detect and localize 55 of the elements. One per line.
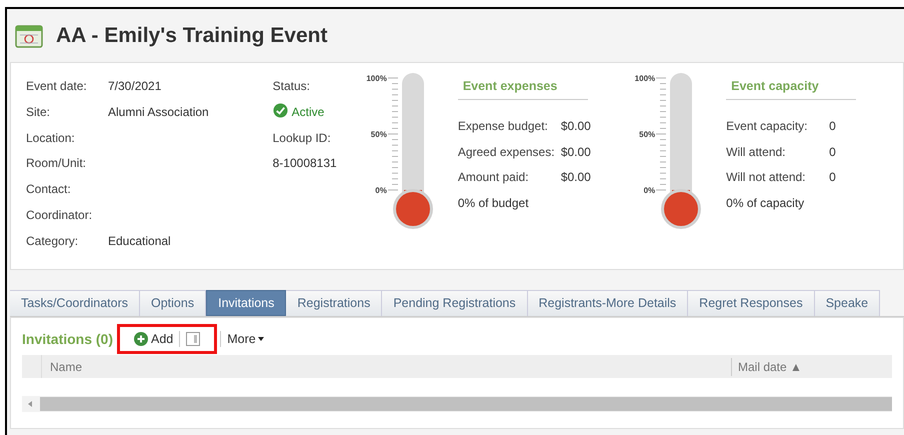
- tab[interactable]: Options: [140, 290, 206, 316]
- field-label: Site:: [26, 104, 52, 121]
- field-value: $0.00: [560, 169, 591, 186]
- field-label: Category:: [26, 232, 80, 250]
- caret-icon: [258, 337, 264, 341]
- field-label: Will not attend:: [726, 169, 807, 186]
- tick-label: 50%: [639, 131, 656, 139]
- tick-label: 100%: [634, 75, 656, 83]
- gauge-title: Event expenses: [458, 77, 588, 100]
- tick-label: 50%: [370, 131, 387, 139]
- tab[interactable]: Registrations: [286, 290, 382, 316]
- plus-icon: [134, 332, 148, 346]
- field-value: $0.00: [560, 144, 591, 161]
- export-icon[interactable]: [186, 332, 200, 346]
- field-value: $0.00: [560, 118, 591, 135]
- column-header[interactable]: Mail date ▲: [732, 358, 802, 376]
- field-label: Room/Unit:: [26, 155, 88, 172]
- tab[interactable]: Pending Registrations: [382, 290, 528, 316]
- field-value: 7/30/2021: [108, 78, 162, 95]
- gauge-summary: 0% of budget: [458, 195, 530, 212]
- calendar-icon: [14, 22, 44, 48]
- field-label: Will attend:: [726, 144, 786, 161]
- more-menu[interactable]: More: [227, 330, 264, 348]
- tab[interactable]: Registrants-More Details: [528, 290, 688, 316]
- field-label: Status:: [272, 78, 311, 95]
- field-value: 8-10008131: [272, 155, 338, 172]
- gauge-title: Event capacity: [726, 77, 856, 100]
- field-label: Event capacity:: [726, 118, 809, 135]
- field-label: Expense budget:: [458, 118, 549, 135]
- field-value: Educational: [108, 232, 171, 250]
- tab[interactable]: Tasks/Coordinators: [10, 290, 140, 316]
- field-value: 0: [829, 118, 836, 135]
- field-label: Agreed expenses:: [458, 144, 556, 161]
- field-value: 0: [829, 169, 836, 186]
- check-icon: [272, 102, 288, 118]
- column-header[interactable]: Name: [42, 358, 732, 376]
- field-label: Coordinator:: [26, 206, 94, 224]
- field-label: Location:: [26, 130, 76, 147]
- field-label: Lookup ID:: [272, 130, 332, 147]
- field-value: Alumni Association: [108, 104, 209, 121]
- tab[interactable]: Speake: [814, 290, 880, 316]
- field-value: 0: [829, 144, 836, 161]
- field-label: Contact:: [26, 181, 72, 198]
- tick-label: 0%: [644, 187, 656, 195]
- field-label: Amount paid:: [458, 169, 530, 186]
- page-title: AA - Emily's Training Event: [56, 22, 328, 49]
- tab[interactable]: Invitations: [206, 290, 286, 316]
- section-title: Invitations (0): [22, 330, 114, 349]
- status-value: Active: [292, 104, 324, 121]
- tick-label: 100%: [366, 75, 387, 83]
- field-label: Event date:: [26, 78, 88, 95]
- tab[interactable]: Regret Responses: [688, 290, 815, 316]
- add-button[interactable]: Add: [134, 330, 174, 348]
- tick-label: 0%: [375, 187, 387, 195]
- gauge-summary: 0% of capacity: [726, 195, 806, 212]
